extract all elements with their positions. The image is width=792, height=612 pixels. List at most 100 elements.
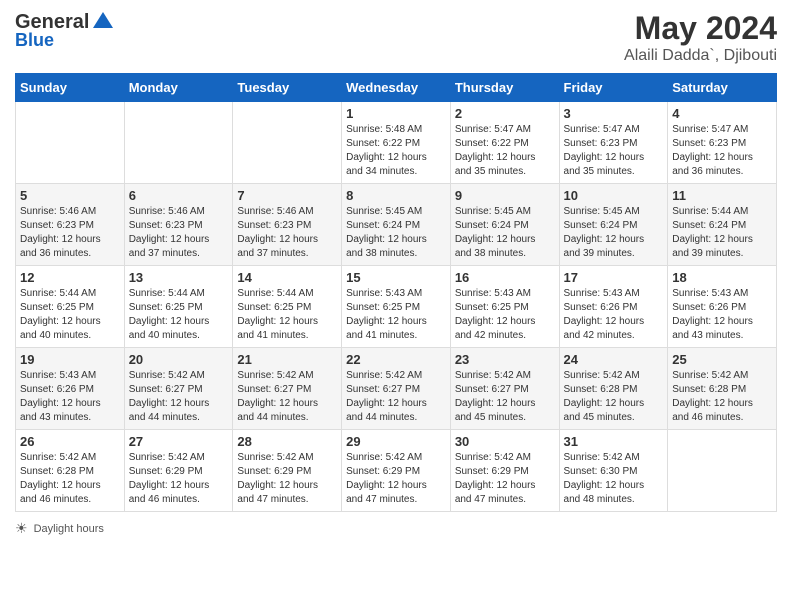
day-info: Sunrise: 5:43 AM Sunset: 6:26 PM Dayligh… [20,369,120,425]
day-info: Sunrise: 5:42 AM Sunset: 6:29 PM Dayligh… [455,451,555,507]
day-number: 17 [564,270,664,285]
day-info: Sunrise: 5:47 AM Sunset: 6:22 PM Dayligh… [455,123,555,179]
calendar-header-saturday: Saturday [668,74,777,102]
day-number: 15 [346,270,446,285]
day-number: 10 [564,188,664,203]
day-number: 2 [455,106,555,121]
calendar-header-tuesday: Tuesday [233,74,342,102]
day-number: 27 [129,434,229,449]
calendar-cell: 9 Sunrise: 5:45 AM Sunset: 6:24 PM Daylig… [450,184,559,266]
calendar-cell: 13 Sunrise: 5:44 AM Sunset: 6:25 PM Dayli… [124,266,233,348]
day-info: Sunrise: 5:44 AM Sunset: 6:25 PM Dayligh… [129,287,229,343]
calendar-header-monday: Monday [124,74,233,102]
day-number: 28 [237,434,337,449]
day-number: 23 [455,352,555,367]
calendar-cell: 25 Sunrise: 5:42 AM Sunset: 6:28 PM Dayli… [668,348,777,430]
day-info: Sunrise: 5:43 AM Sunset: 6:26 PM Dayligh… [564,287,664,343]
calendar-cell: 19Sunrise: 5:43 AM Sunset: 6:26 PM Dayli… [16,348,125,430]
calendar-cell [124,102,233,184]
calendar-cell: 5Sunrise: 5:46 AM Sunset: 6:23 PM Daylig… [16,184,125,266]
calendar-week-row: 26 Sunrise: 5:42 AM Sunset: 6:28 PM Dayli… [16,430,777,512]
day-info: Sunrise: 5:42 AM Sunset: 6:28 PM Dayligh… [564,369,664,425]
calendar-cell: 14 Sunrise: 5:44 AM Sunset: 6:25 PM Dayli… [233,266,342,348]
day-number: 9 [455,188,555,203]
day-info: Sunrise: 5:45 AM Sunset: 6:24 PM Dayligh… [455,205,555,261]
day-info: Sunrise: 5:48 AM Sunset: 6:22 PM Dayligh… [346,123,446,179]
calendar-cell [668,430,777,512]
day-info: Sunrise: 5:47 AM Sunset: 6:23 PM Dayligh… [672,123,772,179]
calendar-cell: 11 Sunrise: 5:44 AM Sunset: 6:24 PM Dayli… [668,184,777,266]
day-number: 18 [672,270,772,285]
calendar-cell: 23 Sunrise: 5:42 AM Sunset: 6:27 PM Dayli… [450,348,559,430]
sun-icon: ☀ [15,520,28,537]
day-info: Sunrise: 5:43 AM Sunset: 6:26 PM Dayligh… [672,287,772,343]
day-number: 8 [346,188,446,203]
calendar-cell [16,102,125,184]
day-number: 24 [564,352,664,367]
calendar-header-thursday: Thursday [450,74,559,102]
day-number: 26 [20,434,120,449]
calendar-cell: 31 Sunrise: 5:42 AM Sunset: 6:30 PM Dayli… [559,430,668,512]
calendar-cell: 27 Sunrise: 5:42 AM Sunset: 6:29 PM Dayli… [124,430,233,512]
calendar-cell: 1Sunrise: 5:48 AM Sunset: 6:22 PM Daylig… [342,102,451,184]
calendar-header-friday: Friday [559,74,668,102]
calendar-cell: 6Sunrise: 5:46 AM Sunset: 6:23 PM Daylig… [124,184,233,266]
calendar-week-row: 12 Sunrise: 5:44 AM Sunset: 6:25 PM Dayli… [16,266,777,348]
calendar-cell: 30Sunrise: 5:42 AM Sunset: 6:29 PM Dayli… [450,430,559,512]
calendar-cell: 17 Sunrise: 5:43 AM Sunset: 6:26 PM Dayli… [559,266,668,348]
calendar-cell: 15 Sunrise: 5:43 AM Sunset: 6:25 PM Dayli… [342,266,451,348]
day-info: Sunrise: 5:42 AM Sunset: 6:28 PM Dayligh… [20,451,120,507]
day-info: Sunrise: 5:44 AM Sunset: 6:24 PM Dayligh… [672,205,772,261]
calendar-cell: 8 Sunrise: 5:45 AM Sunset: 6:24 PM Daylig… [342,184,451,266]
day-number: 29 [346,434,446,449]
day-info: Sunrise: 5:44 AM Sunset: 6:25 PM Dayligh… [237,287,337,343]
day-number: 22 [346,352,446,367]
footer-label: Daylight hours [34,523,104,535]
logo-blue-text: Blue [15,30,54,51]
calendar-cell: 7Sunrise: 5:46 AM Sunset: 6:23 PM Daylig… [233,184,342,266]
day-info: Sunrise: 5:42 AM Sunset: 6:30 PM Dayligh… [564,451,664,507]
calendar-cell: 26 Sunrise: 5:42 AM Sunset: 6:28 PM Dayli… [16,430,125,512]
calendar-header-sunday: Sunday [16,74,125,102]
calendar-cell: 2 Sunrise: 5:47 AM Sunset: 6:22 PM Daylig… [450,102,559,184]
day-info: Sunrise: 5:42 AM Sunset: 6:27 PM Dayligh… [237,369,337,425]
day-number: 31 [564,434,664,449]
calendar-cell: 22 Sunrise: 5:42 AM Sunset: 6:27 PM Dayli… [342,348,451,430]
day-number: 21 [237,352,337,367]
calendar-cell: 12 Sunrise: 5:44 AM Sunset: 6:25 PM Dayli… [16,266,125,348]
day-number: 13 [129,270,229,285]
day-info: Sunrise: 5:44 AM Sunset: 6:25 PM Dayligh… [20,287,120,343]
footer-note: ☀ Daylight hours [15,520,777,537]
calendar-cell: 20 Sunrise: 5:42 AM Sunset: 6:27 PM Dayli… [124,348,233,430]
day-number: 12 [20,270,120,285]
day-info: Sunrise: 5:42 AM Sunset: 6:28 PM Dayligh… [672,369,772,425]
day-info: Sunrise: 5:45 AM Sunset: 6:24 PM Dayligh… [346,205,446,261]
day-info: Sunrise: 5:42 AM Sunset: 6:29 PM Dayligh… [129,451,229,507]
day-info: Sunrise: 5:46 AM Sunset: 6:23 PM Dayligh… [129,205,229,261]
day-info: Sunrise: 5:47 AM Sunset: 6:23 PM Dayligh… [564,123,664,179]
calendar-cell: 3Sunrise: 5:47 AM Sunset: 6:23 PM Daylig… [559,102,668,184]
page-header: General Blue May 2024 Alaili Dadda`, Dji… [15,10,777,65]
calendar-cell: 28 Sunrise: 5:42 AM Sunset: 6:29 PM Dayli… [233,430,342,512]
day-number: 14 [237,270,337,285]
calendar-header-row: SundayMondayTuesdayWednesdayThursdayFrid… [16,74,777,102]
day-info: Sunrise: 5:42 AM Sunset: 6:27 PM Dayligh… [129,369,229,425]
day-number: 11 [672,188,772,203]
day-number: 25 [672,352,772,367]
title-block: May 2024 Alaili Dadda`, Djibouti [624,10,777,65]
logo-icon [91,10,115,34]
calendar-cell: 18 Sunrise: 5:43 AM Sunset: 6:26 PM Dayli… [668,266,777,348]
day-number: 20 [129,352,229,367]
calendar-cell [233,102,342,184]
day-info: Sunrise: 5:43 AM Sunset: 6:25 PM Dayligh… [346,287,446,343]
day-number: 4 [672,106,772,121]
day-info: Sunrise: 5:42 AM Sunset: 6:27 PM Dayligh… [455,369,555,425]
calendar-cell: 29Sunrise: 5:42 AM Sunset: 6:29 PM Dayli… [342,430,451,512]
subtitle: Alaili Dadda`, Djibouti [624,47,777,65]
calendar-header-wednesday: Wednesday [342,74,451,102]
day-info: Sunrise: 5:42 AM Sunset: 6:27 PM Dayligh… [346,369,446,425]
day-info: Sunrise: 5:42 AM Sunset: 6:29 PM Dayligh… [237,451,337,507]
day-number: 7 [237,188,337,203]
calendar-table: SundayMondayTuesdayWednesdayThursdayFrid… [15,73,777,512]
calendar-cell: 16Sunrise: 5:43 AM Sunset: 6:25 PM Dayli… [450,266,559,348]
